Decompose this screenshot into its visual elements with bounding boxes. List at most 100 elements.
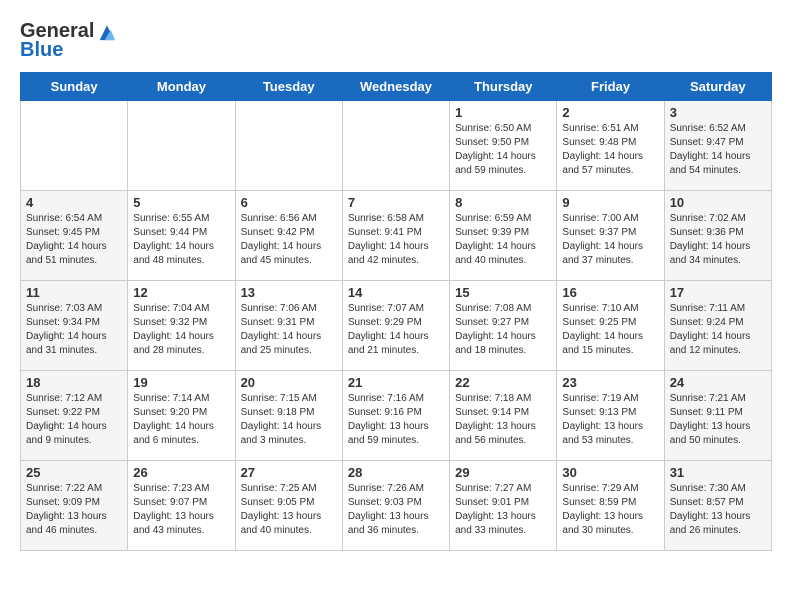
page-header: General Blue <box>20 20 772 62</box>
calendar-cell: 16 Sunrise: 7:10 AM Sunset: 9:25 PM Dayli… <box>557 281 664 371</box>
day-number: 22 <box>455 375 551 390</box>
day-info: Sunrise: 7:07 AM Sunset: 9:29 PM Dayligh… <box>348 302 444 358</box>
day-number: 20 <box>241 375 337 390</box>
calendar-cell: 27 Sunrise: 7:25 AM Sunset: 9:05 PM Dayli… <box>235 461 342 551</box>
day-info: Sunrise: 7:19 AM Sunset: 9:13 PM Dayligh… <box>562 392 658 448</box>
day-number: 10 <box>670 195 766 210</box>
day-info: Sunrise: 7:16 AM Sunset: 9:16 PM Dayligh… <box>348 392 444 448</box>
day-number: 3 <box>670 105 766 120</box>
day-info: Sunrise: 7:26 AM Sunset: 9:03 PM Dayligh… <box>348 482 444 538</box>
day-number: 13 <box>241 285 337 300</box>
day-info: Sunrise: 7:11 AM Sunset: 9:24 PM Dayligh… <box>670 302 766 358</box>
day-info: Sunrise: 6:55 AM Sunset: 9:44 PM Dayligh… <box>133 212 229 268</box>
calendar-cell: 31Sunrise: 7:30 AM Sunset: 8:57 PM Dayli… <box>664 461 771 551</box>
day-number: 16 <box>562 285 658 300</box>
day-number: 8 <box>455 195 551 210</box>
day-number: 7 <box>348 195 444 210</box>
week-row-5: 25Sunrise: 7:22 AM Sunset: 9:09 PM Dayli… <box>21 461 772 551</box>
calendar-cell: 5 Sunrise: 6:55 AM Sunset: 9:44 PM Daylig… <box>128 191 235 281</box>
calendar-cell: 6 Sunrise: 6:56 AM Sunset: 9:42 PM Daylig… <box>235 191 342 281</box>
calendar-cell: 21Sunrise: 7:16 AM Sunset: 9:16 PM Dayli… <box>342 371 449 461</box>
day-number: 11 <box>26 285 122 300</box>
calendar-cell <box>128 101 235 191</box>
calendar-cell: 29 Sunrise: 7:27 AM Sunset: 9:01 PM Dayli… <box>450 461 557 551</box>
logo-container: General Blue <box>20 20 118 62</box>
calendar-cell: 17Sunrise: 7:11 AM Sunset: 9:24 PM Dayli… <box>664 281 771 371</box>
week-row-1: 1 Sunrise: 6:50 AM Sunset: 9:50 PM Daylig… <box>21 101 772 191</box>
calendar-table: SundayMondayTuesdayWednesdayThursdayFrid… <box>20 72 772 551</box>
day-number: 29 <box>455 465 551 480</box>
day-info: Sunrise: 6:54 AM Sunset: 9:45 PM Dayligh… <box>26 212 122 268</box>
day-number: 27 <box>241 465 337 480</box>
logo: General Blue <box>20 20 118 62</box>
day-info: Sunrise: 6:56 AM Sunset: 9:42 PM Dayligh… <box>241 212 337 268</box>
day-number: 6 <box>241 195 337 210</box>
day-info: Sunrise: 6:50 AM Sunset: 9:50 PM Dayligh… <box>455 122 551 178</box>
calendar-cell: 12 Sunrise: 7:04 AM Sunset: 9:32 PM Dayli… <box>128 281 235 371</box>
day-info: Sunrise: 7:25 AM Sunset: 9:05 PM Dayligh… <box>241 482 337 538</box>
calendar-cell: 28 Sunrise: 7:26 AM Sunset: 9:03 PM Dayli… <box>342 461 449 551</box>
calendar-cell: 23 Sunrise: 7:19 AM Sunset: 9:13 PM Dayli… <box>557 371 664 461</box>
weekday-header-thursday: Thursday <box>450 73 557 101</box>
day-info: Sunrise: 7:29 AM Sunset: 8:59 PM Dayligh… <box>562 482 658 538</box>
calendar-cell: 14 Sunrise: 7:07 AM Sunset: 9:29 PM Dayli… <box>342 281 449 371</box>
calendar-cell: 4Sunrise: 6:54 AM Sunset: 9:45 PM Daylig… <box>21 191 128 281</box>
day-number: 28 <box>348 465 444 480</box>
day-number: 12 <box>133 285 229 300</box>
day-info: Sunrise: 6:51 AM Sunset: 9:48 PM Dayligh… <box>562 122 658 178</box>
calendar-cell: 7Sunrise: 6:58 AM Sunset: 9:41 PM Daylig… <box>342 191 449 281</box>
day-info: Sunrise: 6:52 AM Sunset: 9:47 PM Dayligh… <box>670 122 766 178</box>
calendar-cell: 20 Sunrise: 7:15 AM Sunset: 9:18 PM Dayli… <box>235 371 342 461</box>
calendar-cell <box>21 101 128 191</box>
day-info: Sunrise: 7:02 AM Sunset: 9:36 PM Dayligh… <box>670 212 766 268</box>
calendar-cell: 3 Sunrise: 6:52 AM Sunset: 9:47 PM Daylig… <box>664 101 771 191</box>
day-info: Sunrise: 7:14 AM Sunset: 9:20 PM Dayligh… <box>133 392 229 448</box>
day-info: Sunrise: 7:10 AM Sunset: 9:25 PM Dayligh… <box>562 302 658 358</box>
week-row-2: 4Sunrise: 6:54 AM Sunset: 9:45 PM Daylig… <box>21 191 772 281</box>
week-row-3: 11 Sunrise: 7:03 AM Sunset: 9:34 PM Dayli… <box>21 281 772 371</box>
day-number: 23 <box>562 375 658 390</box>
day-number: 5 <box>133 195 229 210</box>
day-number: 14 <box>348 285 444 300</box>
day-info: Sunrise: 7:27 AM Sunset: 9:01 PM Dayligh… <box>455 482 551 538</box>
day-number: 15 <box>455 285 551 300</box>
weekday-header-monday: Monday <box>128 73 235 101</box>
weekday-header-friday: Friday <box>557 73 664 101</box>
calendar-cell: 10 Sunrise: 7:02 AM Sunset: 9:36 PM Dayli… <box>664 191 771 281</box>
day-number: 26 <box>133 465 229 480</box>
day-number: 1 <box>455 105 551 120</box>
day-number: 30 <box>562 465 658 480</box>
day-info: Sunrise: 7:12 AM Sunset: 9:22 PM Dayligh… <box>26 392 122 448</box>
calendar-cell <box>235 101 342 191</box>
day-info: Sunrise: 7:30 AM Sunset: 8:57 PM Dayligh… <box>670 482 766 538</box>
weekday-header-wednesday: Wednesday <box>342 73 449 101</box>
day-number: 19 <box>133 375 229 390</box>
day-number: 18 <box>26 375 122 390</box>
weekday-header-sunday: Sunday <box>21 73 128 101</box>
day-info: Sunrise: 7:03 AM Sunset: 9:34 PM Dayligh… <box>26 302 122 358</box>
calendar-cell: 11 Sunrise: 7:03 AM Sunset: 9:34 PM Dayli… <box>21 281 128 371</box>
day-number: 2 <box>562 105 658 120</box>
day-number: 24 <box>670 375 766 390</box>
day-info: Sunrise: 7:04 AM Sunset: 9:32 PM Dayligh… <box>133 302 229 358</box>
calendar-cell: 15 Sunrise: 7:08 AM Sunset: 9:27 PM Dayli… <box>450 281 557 371</box>
day-info: Sunrise: 7:08 AM Sunset: 9:27 PM Dayligh… <box>455 302 551 358</box>
calendar-cell: 1 Sunrise: 6:50 AM Sunset: 9:50 PM Daylig… <box>450 101 557 191</box>
day-info: Sunrise: 7:15 AM Sunset: 9:18 PM Dayligh… <box>241 392 337 448</box>
calendar-cell: 24 Sunrise: 7:21 AM Sunset: 9:11 PM Dayli… <box>664 371 771 461</box>
day-info: Sunrise: 7:06 AM Sunset: 9:31 PM Dayligh… <box>241 302 337 358</box>
day-info: Sunrise: 6:59 AM Sunset: 9:39 PM Dayligh… <box>455 212 551 268</box>
day-info: Sunrise: 7:23 AM Sunset: 9:07 PM Dayligh… <box>133 482 229 538</box>
calendar-cell: 2 Sunrise: 6:51 AM Sunset: 9:48 PM Daylig… <box>557 101 664 191</box>
calendar-cell: 30 Sunrise: 7:29 AM Sunset: 8:59 PM Dayli… <box>557 461 664 551</box>
calendar-cell: 8 Sunrise: 6:59 AM Sunset: 9:39 PM Daylig… <box>450 191 557 281</box>
calendar-cell: 19 Sunrise: 7:14 AM Sunset: 9:20 PM Dayli… <box>128 371 235 461</box>
day-number: 25 <box>26 465 122 480</box>
logo-icon <box>96 21 118 43</box>
day-info: Sunrise: 7:21 AM Sunset: 9:11 PM Dayligh… <box>670 392 766 448</box>
calendar-cell: 26 Sunrise: 7:23 AM Sunset: 9:07 PM Dayli… <box>128 461 235 551</box>
calendar-cell: 13 Sunrise: 7:06 AM Sunset: 9:31 PM Dayli… <box>235 281 342 371</box>
calendar-cell <box>342 101 449 191</box>
day-info: Sunrise: 7:00 AM Sunset: 9:37 PM Dayligh… <box>562 212 658 268</box>
calendar-cell: 18 Sunrise: 7:12 AM Sunset: 9:22 PM Dayli… <box>21 371 128 461</box>
